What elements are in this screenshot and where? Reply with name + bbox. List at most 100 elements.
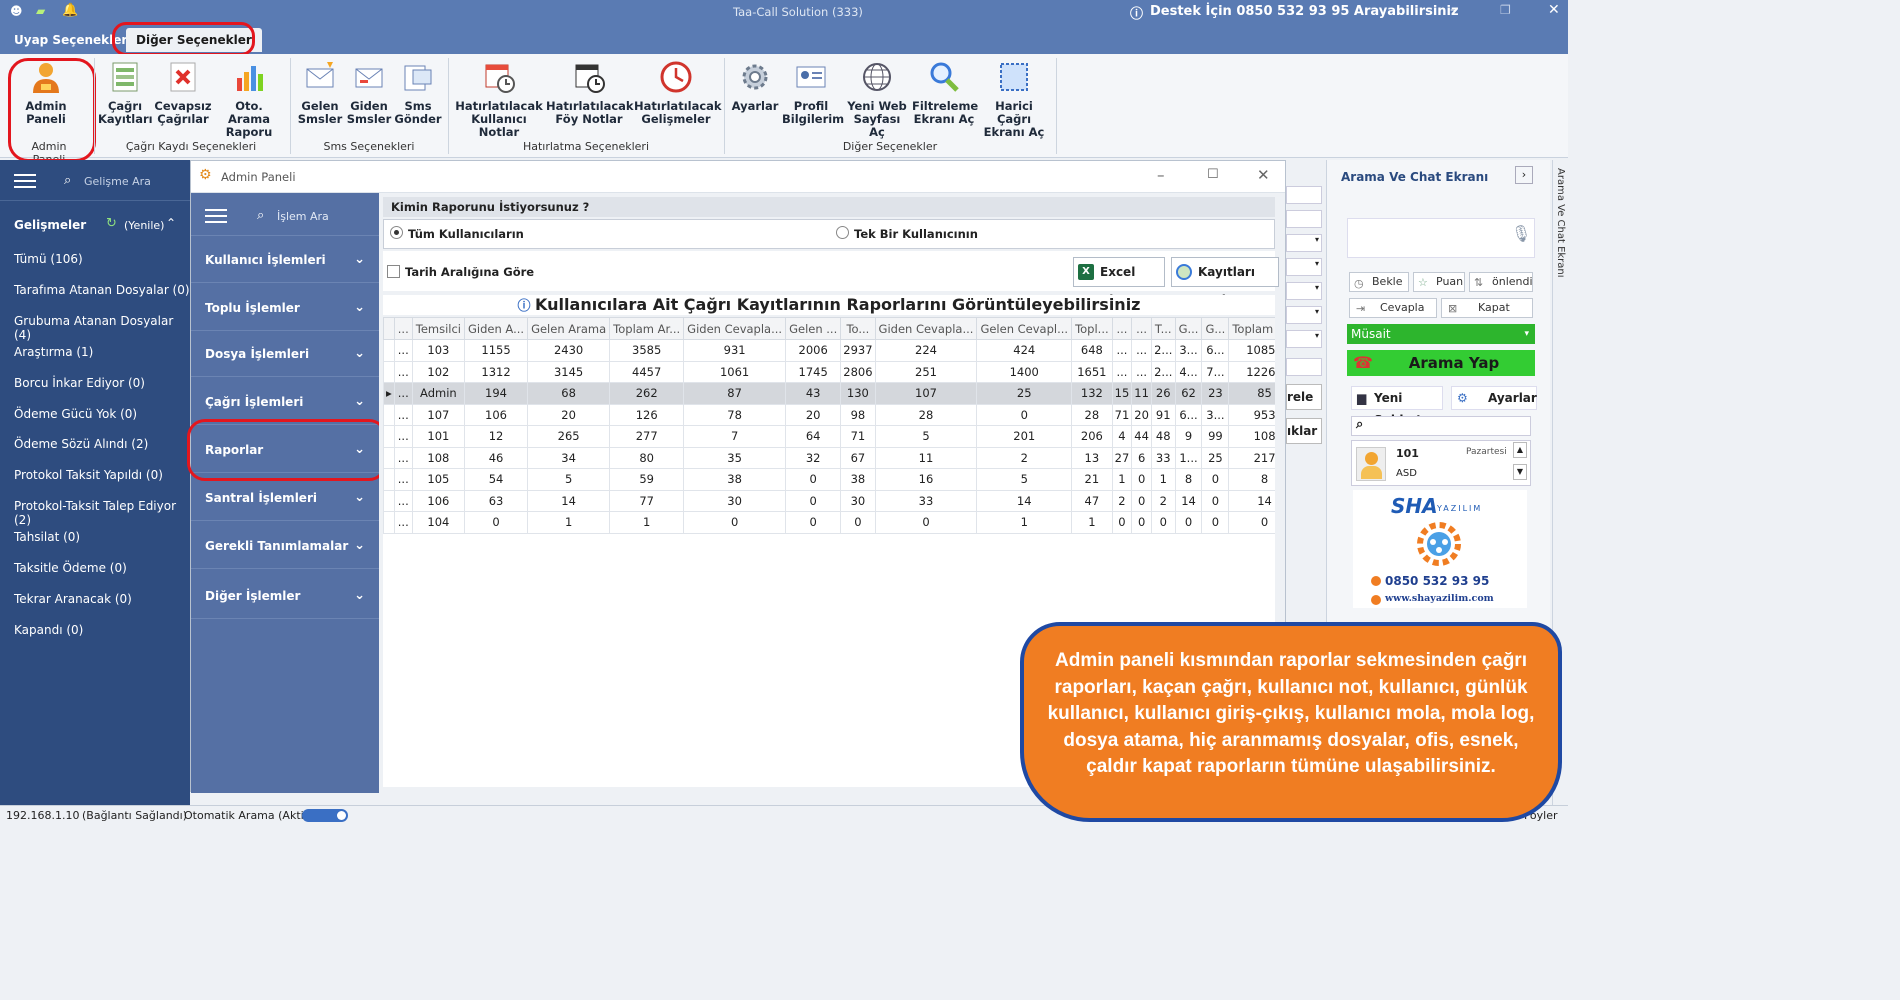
grid-column-header[interactable]: Temsilci [411,317,466,340]
table-row[interactable]: ... 103 1155 2430 3585 931 2006 2937 224 424 648..… [383,339,1275,362]
gelisme-item[interactable]: Tümü (106) [14,252,83,266]
collapse-panel-icon[interactable]: › [1515,166,1533,184]
scroll-down-icon[interactable]: ▼ [1513,464,1527,480]
cevapsiz-cagrilar-button[interactable]: Cevapsız Çağrılar [154,60,212,126]
refresh-icon[interactable]: ↻ [106,216,117,231]
chat-message-input[interactable] [1347,218,1535,258]
yeni-sohbet-button[interactable]: ▆Yeni Sohbet [1351,386,1443,427]
gelisme-search-input[interactable]: Gelişme Ara [84,175,151,188]
cevapla-button[interactable]: ⇥ Cevapla [1349,298,1437,318]
report-grid[interactable]: ... Temsilci Giden A... Gelen Arama Toplam A… [383,317,1275,534]
gelisme-item[interactable]: Protokol Taksit Yapıldı (0) [14,468,163,482]
hatirlatilacak-foy-notlar-button[interactable]: Hatırlatılacak Föy Notlar [546,60,634,126]
table-row[interactable]: ... 104 0 1 1 0 0 0 0 1 1 0 0 0 0 0 0 [383,511,1275,534]
status-select[interactable]: Müsait ▾ [1347,324,1535,344]
radio-all[interactable] [390,226,403,239]
nav-item-6[interactable]: Gerekli Tanımlamalar ⌄ [191,523,379,569]
radio-single[interactable] [836,226,849,239]
chat-settings-button[interactable]: ⚙ Ayarlar [1451,386,1537,410]
table-row[interactable]: ... 106 63 14 77 30 0 30 33 14 47 2 0 2 14 0 14 [383,489,1275,512]
grid-column-header[interactable]: Toplam Ar... [609,317,685,340]
microphone-icon[interactable]: 🎙 [1511,224,1531,243]
oto-arama-raporu-button[interactable]: Oto. Arama Raporu [214,60,284,139]
collapse-icon[interactable]: ⌃ [166,216,176,230]
gelisme-item[interactable]: Tahsilat (0) [14,530,80,544]
yonlendir-button[interactable]: ⇅ önlendi [1469,272,1533,292]
grid-column-header[interactable]: Toplam G... [1228,317,1275,340]
nav-item-7[interactable]: Diğer İşlemler ⌄ [191,573,379,619]
grid-column-header[interactable]: Giden Cevapla... [874,317,978,340]
admin-maximize-icon[interactable]: ☐ [1207,167,1219,182]
yeni-web-sayfasi-button[interactable]: Yeni Web Sayfası Aç [844,60,910,139]
nav-item-0[interactable]: Kullanıcı İşlemleri ⌄ [191,237,379,283]
grid-column-header[interactable]: Gelen ... [785,317,842,340]
date-range-checkbox[interactable] [387,265,400,278]
gelisme-item[interactable]: Borcu İnkar Ediyor (0) [14,376,145,390]
refresh-link[interactable]: (Yenile) [124,219,164,232]
quick-access-icon[interactable]: ▰ [36,4,45,18]
nav-item-5[interactable]: Santral İşlemleri ⌄ [191,475,379,521]
bekle-button[interactable]: ◷ Bekle [1349,272,1409,292]
user-search-input[interactable]: ⌕ [1351,416,1531,436]
auto-dial-toggle[interactable] [302,809,348,822]
gelen-smsler-button[interactable]: Gelen Smsler [296,60,344,126]
hatirlatilacak-kullanici-notlar-button[interactable]: Hatırlatılacak Kullanıcı Notlar [454,60,544,139]
admin-close-icon[interactable]: ✕ [1257,166,1270,184]
puan-button[interactable]: ☆ Puan [1413,272,1465,292]
grid-column-header[interactable]: G... [1201,317,1230,340]
profil-bilgilerim-button[interactable]: Profil Bilgilerim [782,60,844,126]
gelisme-item[interactable]: Ödeme Gücü Yok (0) [14,407,137,421]
table-row[interactable]: ▸... Admin 194 68 262 87 43 130 107 25 132 15 11 26 62… [383,382,1275,405]
nav-item-2[interactable]: Dosya İşlemleri ⌄ [191,331,379,377]
grid-column-header[interactable]: Topl... [1071,317,1113,340]
table-row[interactable]: ... 105 54 5 59 38 0 38 16 5 21 1 0 1 8 0 8 [383,468,1275,491]
nav-item-1[interactable]: Toplu İşlemler ⌄ [191,285,379,331]
giden-smsler-button[interactable]: Giden Smsler [346,60,392,126]
maximize-icon[interactable]: ❐ [1500,3,1511,17]
grid-column-header[interactable]: G... [1174,317,1203,340]
harici-cagri-ekrani-button[interactable]: Harici Çağrı Ekranı Aç [978,60,1050,139]
user-list-item[interactable]: 101 Pazartesi ASD [1351,440,1531,486]
scroll-up-icon[interactable]: ▲ [1513,442,1527,458]
gelisme-item[interactable]: Kapandı (0) [14,623,83,637]
hamburger-menu-icon[interactable] [14,174,36,188]
bg-button-1[interactable]: rele [1286,384,1322,410]
grid-column-header[interactable]: Gelen Cevapl... [976,317,1073,340]
grid-column-header[interactable]: Giden A... [463,317,529,340]
bell-icon[interactable]: 🔔 [62,3,78,18]
table-row[interactable]: ... 101 12 265 277 7 64 71 5 201 206 4 44 48 9 99 108 [383,425,1275,448]
gelisme-item[interactable]: Protokol-Taksit Talep Ediyor (2) [14,499,190,527]
grid-column-header[interactable]: T... [1150,317,1176,340]
filtreleme-ekrani-button[interactable]: Filtreleme Ekranı Aç [912,60,978,126]
admin-hamburger-icon[interactable] [205,209,227,223]
grid-column-header[interactable] [383,317,395,340]
close-icon[interactable]: ✕ [1548,2,1560,18]
table-row[interactable]: ... 102 1312 3145 4457 1061 1745 2806 251 1400 165… [383,360,1275,383]
grid-column-header[interactable]: Giden Cevapla... [683,317,787,340]
hatirlatilacak-gelismeler-button[interactable]: Hatırlatılacak Gelişmeler [634,60,722,126]
gelisme-item[interactable]: Tekrar Aranacak (0) [14,592,132,606]
minimize-icon[interactable]: – [1450,2,1457,18]
kapat-button[interactable]: ⊠ Kapat [1441,298,1533,318]
table-row[interactable]: ... 107 106 20 126 78 20 98 28 0 28 71 20 91 6... 3... 9… [383,403,1275,426]
grid-column-header[interactable]: To... [840,317,876,340]
excel-aktar-button[interactable]: X Excel Aktar [1073,257,1165,307]
gelisme-item[interactable]: Ödeme Sözü Alındı (2) [14,437,148,451]
ayarlar-button[interactable]: Ayarlar [730,60,780,113]
bg-button-2[interactable]: ıklar [1286,418,1322,444]
sms-gonder-button[interactable]: Sms Gönder [394,60,442,126]
grid-column-header[interactable]: Gelen Arama [527,317,611,340]
grid-column-header[interactable]: ... [1131,317,1152,340]
arama-yap-button[interactable]: ☎ Arama Yap [1347,350,1535,376]
cagri-kayitlari-button[interactable]: Çağrı Kayıtları [98,60,153,126]
kayitlari-getir-button[interactable]: Kayıtları Getir [1171,257,1279,307]
gelisme-item[interactable]: Tarafıma Atanan Dosyalar (0) [14,283,190,297]
admin-minimize-icon[interactable]: – [1157,166,1165,184]
table-row[interactable]: ... 108 46 34 80 35 32 67 11 2 13 27 6 33 1... 25 217 [383,446,1275,469]
gelisme-item[interactable]: Taksitle Ödeme (0) [14,561,127,575]
grid-column-header[interactable]: ... [1111,317,1133,340]
gelisme-item[interactable]: Grubuma Atanan Dosyalar (4) [14,314,190,342]
islem-search-input[interactable]: İşlem Ara [277,210,329,223]
grid-column-header[interactable]: ... [393,317,413,340]
gelisme-item[interactable]: Araştırma (1) [14,345,93,359]
